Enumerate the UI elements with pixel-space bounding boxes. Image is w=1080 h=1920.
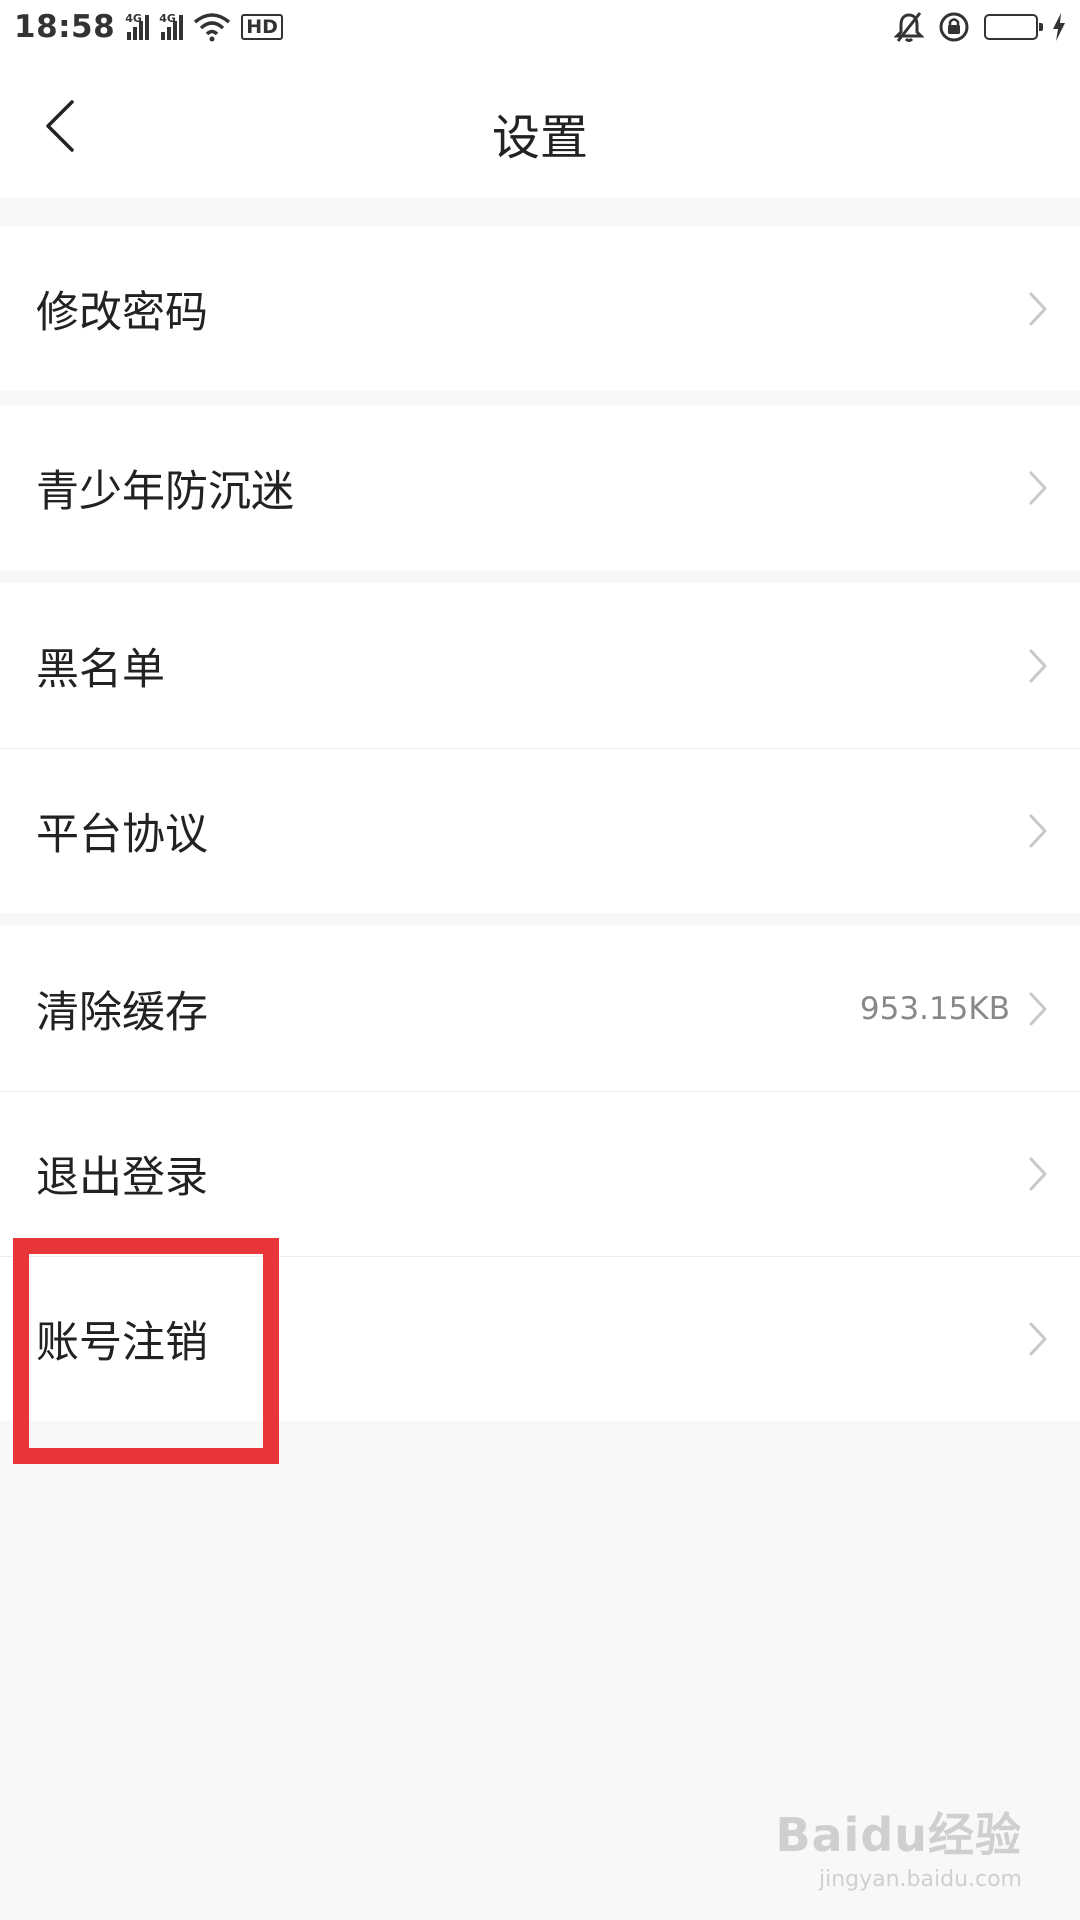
- status-time: 18:58: [14, 9, 116, 45]
- row-label: 平台协议: [36, 810, 208, 860]
- wifi-icon: [194, 13, 231, 42]
- charging-icon: [1053, 13, 1065, 41]
- page-title: 设置: [491, 110, 588, 166]
- settings-row-logout[interactable]: 退出登录: [0, 1091, 1080, 1256]
- cache-size-value: 953.15KB: [859, 990, 1010, 1027]
- mute-bell-icon: [894, 12, 924, 42]
- status-left: 18:58 4G 4G HD: [14, 9, 283, 45]
- chevron-right-icon: [1029, 292, 1047, 325]
- hd-icon: HD: [241, 14, 283, 40]
- row-label: 清除缓存: [36, 987, 208, 1038]
- settings-row-change-password[interactable]: 修改密码: [0, 226, 1080, 391]
- chevron-right-icon: [1029, 471, 1047, 504]
- chevron-right-icon: [1029, 1157, 1047, 1191]
- settings-row-blacklist[interactable]: 黑名单: [0, 583, 1080, 748]
- status-right: [894, 11, 1066, 43]
- row-label: 黑名单: [36, 644, 165, 695]
- nav-bar: 设置: [0, 54, 1080, 198]
- signal-icon-sim1: 4G: [125, 12, 150, 40]
- settings-section-account: 修改密码: [0, 226, 1080, 391]
- chevron-right-icon: [1029, 1322, 1047, 1356]
- signal-icon-sim2: 4G: [159, 12, 184, 40]
- chevron-right-icon: [1029, 814, 1047, 848]
- settings-section-youth: 青少年防沉迷: [0, 405, 1080, 570]
- watermark-logo: Baidu经验: [775, 1808, 1022, 1862]
- watermark: Baidu经验 jingyan.baidu.com: [775, 1799, 1022, 1892]
- settings-row-youth-mode[interactable]: 青少年防沉迷: [0, 405, 1080, 570]
- rotation-lock-icon: [939, 12, 969, 42]
- watermark-url: jingyan.baidu.com: [818, 1867, 1022, 1892]
- battery-icon: [984, 14, 1043, 40]
- chevron-right-icon: [1029, 649, 1047, 682]
- settings-row-clear-cache[interactable]: 清除缓存 953.15KB: [0, 926, 1080, 1091]
- row-label: 退出登录: [36, 1153, 208, 1203]
- settings-row-platform-agreement[interactable]: 平台协议: [0, 748, 1080, 913]
- status-bar: 18:58 4G 4G HD: [0, 0, 1080, 54]
- row-label: 青少年防沉迷: [36, 466, 294, 517]
- row-label: 修改密码: [36, 287, 208, 338]
- settings-section-privacy: 黑名单 平台协议: [0, 583, 1080, 913]
- highlight-annotation-box: [13, 1238, 279, 1464]
- chevron-right-icon: [1029, 992, 1047, 1025]
